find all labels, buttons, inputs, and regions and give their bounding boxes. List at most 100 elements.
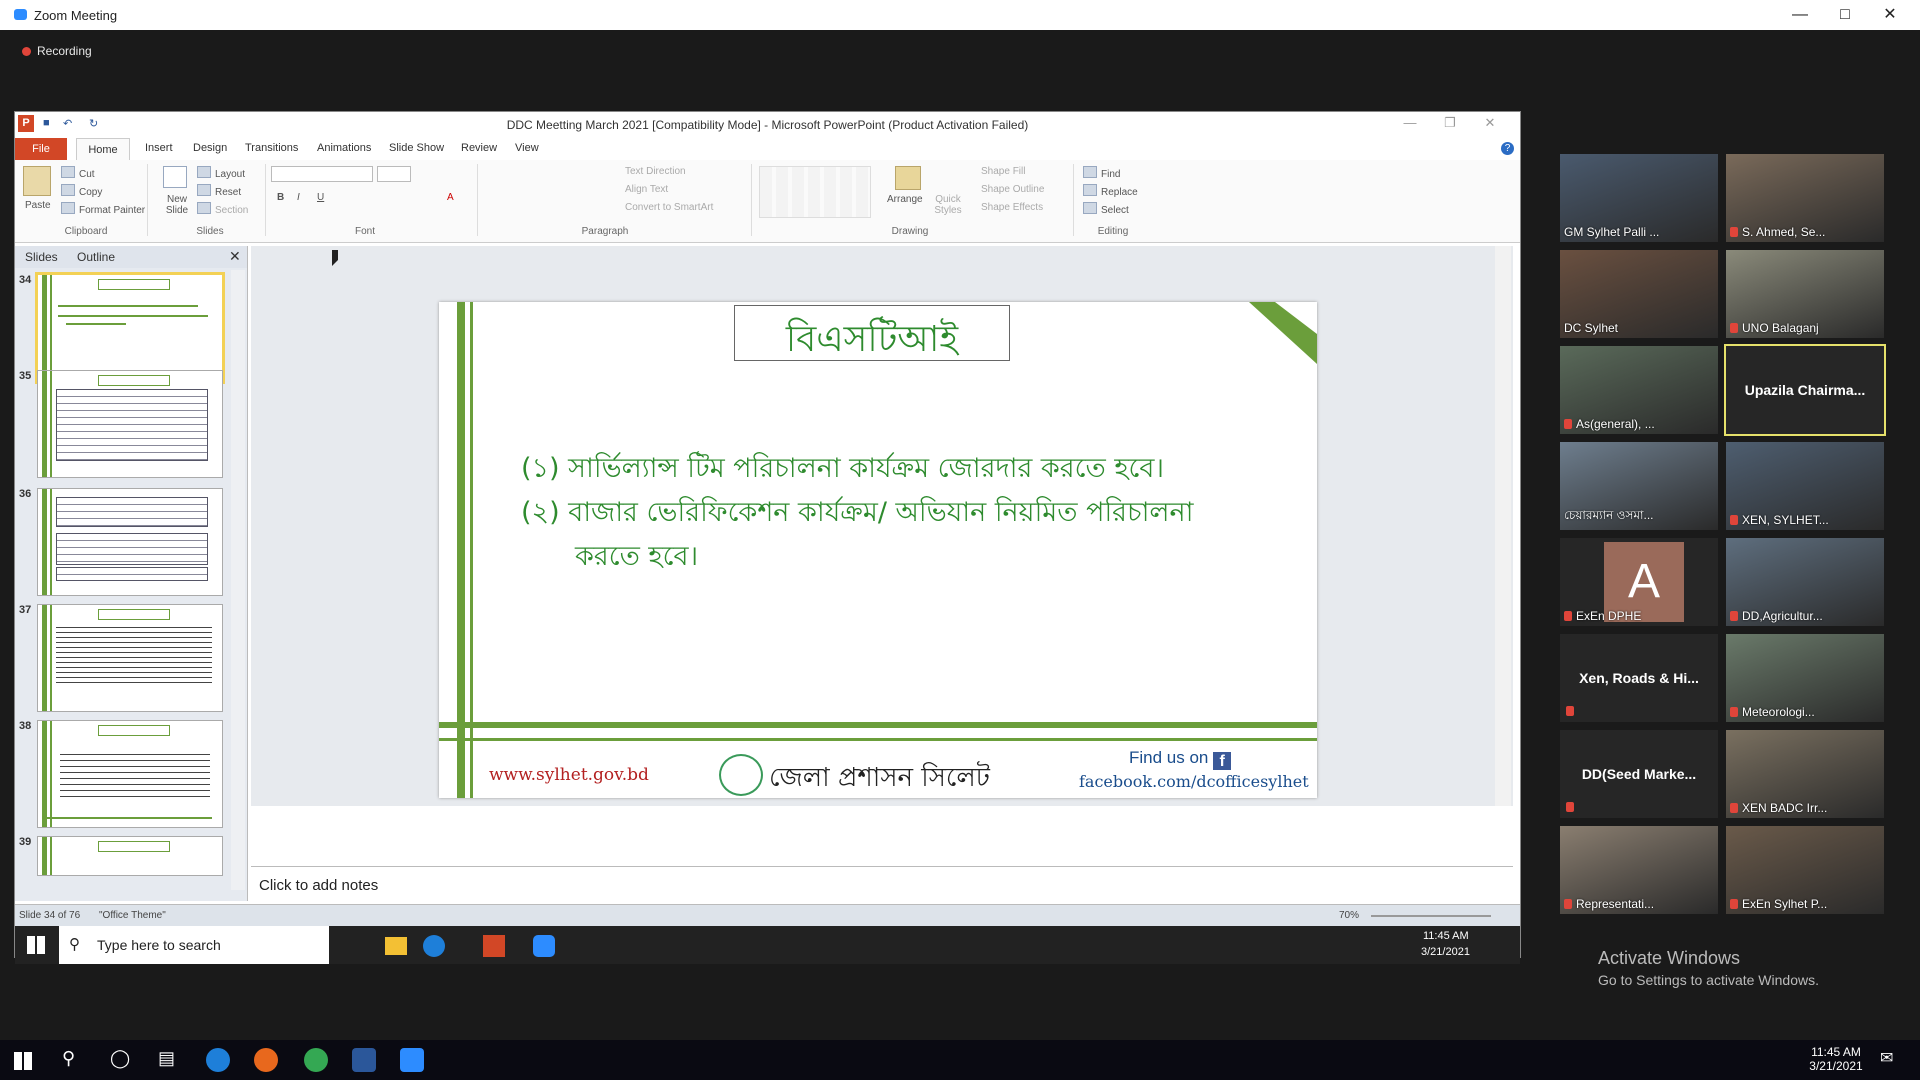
shape-outline-button[interactable]: Shape Outline [981,184,1044,195]
file-explorer-icon[interactable] [385,937,407,955]
participant-tile[interactable]: Representati... [1560,826,1718,914]
shape-fill-button[interactable]: Shape Fill [981,166,1025,177]
cut-button[interactable]: Cut [61,166,95,180]
participant-tile[interactable]: UNO Balaganj [1726,250,1884,338]
convert-smartart-button[interactable]: Convert to SmartArt [625,202,713,213]
start-icon[interactable] [14,1052,32,1070]
clock-time: 11:45 AM [1811,1045,1861,1059]
section-button[interactable]: Section [197,202,248,216]
taskbar-clock[interactable]: 11:45 AM 3/21/2021 [1806,1045,1866,1073]
font-family-select[interactable] [271,166,373,182]
participant-name: ExEn Sylhet P... [1730,897,1827,911]
group-clipboard: Clipboard [64,226,108,237]
search-icon[interactable]: ⚲ [62,1048,75,1069]
start-icon[interactable] [27,936,45,954]
pane-scrollbar[interactable] [231,270,245,890]
word-icon[interactable] [352,1048,376,1072]
bold-icon[interactable]: B [277,192,284,203]
canvas-scrollbar[interactable] [1495,246,1511,806]
paste-icon[interactable] [23,166,51,196]
italic-icon[interactable]: I [297,192,300,203]
minimize-icon[interactable]: — [1780,4,1820,26]
tab-review[interactable]: Review [461,142,497,154]
ppt-close-icon[interactable]: ✕ [1475,115,1505,131]
muted-mic-icon [1730,227,1738,237]
ppt-restore-icon[interactable]: ❐ [1435,115,1465,131]
zoom-taskbar-icon[interactable] [533,935,555,957]
search-box[interactable]: ⚲ Type here to search [59,926,329,964]
font-size-select[interactable] [377,166,411,182]
notifications-icon[interactable]: ✉ [1880,1048,1893,1068]
zoom-app-icon[interactable] [400,1048,424,1072]
powerpoint-taskbar-icon[interactable] [483,935,505,957]
tab-transitions[interactable]: Transitions [245,142,298,154]
participant-tile[interactable]: GM Sylhet Palli ... [1560,154,1718,242]
participant-tile[interactable]: A ExEn DPHE [1560,538,1718,626]
close-icon[interactable]: ✕ [1870,4,1910,26]
slide-thumbnail-34[interactable] [35,272,225,384]
participant-tile[interactable]: Meteorologi... [1726,634,1884,722]
participant-tile[interactable]: DD,Agricultur... [1726,538,1884,626]
tab-slide-show[interactable]: Slide Show [389,142,444,154]
notes-pane[interactable]: Click to add notes [251,866,1513,905]
ppt-minimize-icon[interactable]: — [1395,115,1425,130]
cortana-icon[interactable]: ◯ [110,1048,130,1069]
font-color-icon[interactable]: A [447,192,454,203]
participant-tile[interactable]: DD(Seed Marke... [1560,730,1718,818]
text-direction-button[interactable]: Text Direction [625,166,686,177]
tab-design[interactable]: Design [193,142,227,154]
participant-tile[interactable]: চেয়ারম্যান ওসমা... [1560,442,1718,530]
tab-slides[interactable]: Slides [25,250,58,264]
binoculars-icon [1083,166,1097,178]
edge-icon[interactable] [206,1048,230,1072]
firefox-icon[interactable] [254,1048,278,1072]
underline-icon[interactable]: U [317,192,324,203]
tab-file[interactable]: File [15,138,67,160]
select-button[interactable]: Select [1083,202,1129,216]
shapes-gallery[interactable] [759,166,871,218]
tab-animations[interactable]: Animations [317,142,371,154]
participant-tile[interactable]: Upazila Chairma... [1724,344,1886,436]
participant-tile[interactable]: XEN BADC Irr... [1726,730,1884,818]
arrange-button[interactable]: Arrange [887,194,923,205]
current-slide[interactable]: বিএসটিআই (১) সার্ভিল্যান্স টিম পরিচালনা … [439,302,1317,798]
zoom-level[interactable]: 70% [1339,910,1359,921]
replace-button[interactable]: Replace [1083,184,1138,198]
recording-indicator[interactable]: Recording [22,44,92,58]
format-painter-button[interactable]: Format Painter [61,202,145,216]
slide-thumbnail-39[interactable] [37,836,223,876]
new-slide-icon[interactable] [163,166,187,188]
activate-windows-subtitle: Go to Settings to activate Windows. [1598,972,1819,988]
tab-view[interactable]: View [515,142,539,154]
slide-thumbnail-38[interactable] [37,720,223,828]
task-view-icon[interactable]: ▤ [158,1048,175,1069]
zoom-slider[interactable] [1371,915,1491,917]
help-icon[interactable]: ? [1501,142,1514,155]
participant-tile[interactable]: XEN, SYLHET... [1726,442,1884,530]
maximize-icon[interactable]: □ [1825,4,1865,26]
participant-tile[interactable]: As(general), ... [1560,346,1718,434]
paste-button[interactable]: Paste [25,200,51,211]
slide-thumbnail-36[interactable] [37,488,223,596]
tab-outline[interactable]: Outline [77,250,115,264]
participant-tile[interactable]: S. Ahmed, Se... [1726,154,1884,242]
reset-button[interactable]: Reset [197,184,241,198]
tab-insert[interactable]: Insert [145,142,173,154]
participant-tile[interactable]: DC Sylhet [1560,250,1718,338]
slide-thumbnail-37[interactable] [37,604,223,712]
tab-home[interactable]: Home [76,138,130,161]
layout-button[interactable]: Layout [197,166,245,180]
find-button[interactable]: Find [1083,166,1120,180]
slide-thumbnail-35[interactable] [37,370,223,478]
shape-effects-button[interactable]: Shape Effects [981,202,1043,213]
copy-button[interactable]: Copy [61,184,102,198]
new-slide-button[interactable]: New Slide [157,194,197,216]
participant-tile[interactable]: Xen, Roads & Hi... [1560,634,1718,722]
participant-tile[interactable]: ExEn Sylhet P... [1726,826,1884,914]
align-text-button[interactable]: Align Text [625,184,668,195]
chrome-icon[interactable] [304,1048,328,1072]
quick-styles-button[interactable]: Quick Styles [933,194,963,216]
arrange-icon[interactable] [895,166,921,190]
edge-taskbar-icon[interactable] [423,935,445,957]
close-pane-icon[interactable]: ✕ [229,248,241,265]
